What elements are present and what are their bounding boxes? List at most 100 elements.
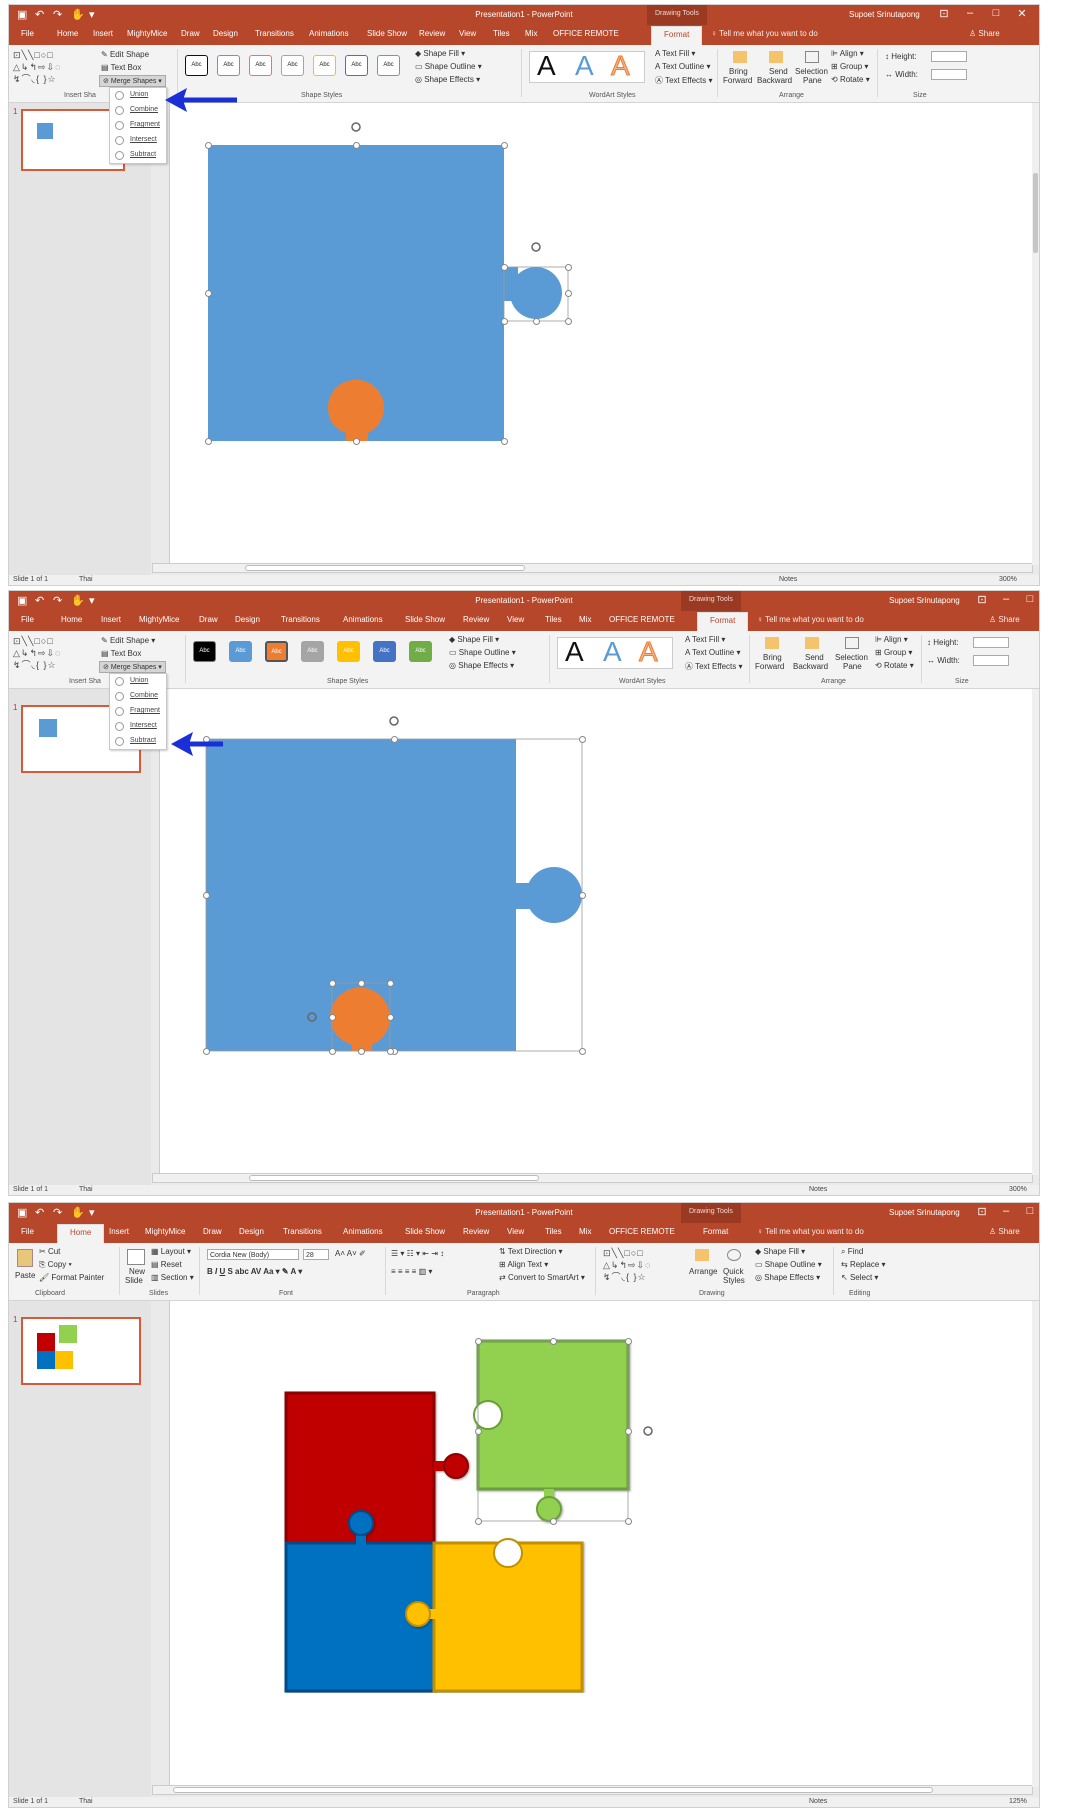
shapes-gallery[interactable]: ⊡╲╲□○□ △↳↰⇨⇩◌ ↯⌒◟{ }☆ [13, 49, 61, 85]
tell-me-search[interactable]: ♀ Tell me what you want to do [757, 615, 864, 624]
merge-shapes-button[interactable]: ⊘ Merge Shapes ▾ [99, 661, 166, 673]
selection-label[interactable]: Selection [795, 67, 828, 76]
share-button[interactable]: ♙ Share [989, 1227, 1020, 1236]
find-button[interactable]: ⌕ Find [841, 1247, 863, 1257]
tab-insert[interactable]: Insert [109, 1227, 129, 1236]
paste-icon[interactable] [17, 1249, 33, 1267]
merge-shapes-button[interactable]: ⊘ Merge Shapes ▾ [99, 75, 166, 87]
selection-pane-icon[interactable] [805, 51, 819, 63]
section-button[interactable]: ▥ Section ▾ [151, 1273, 194, 1282]
reset-button[interactable]: ▤ Reset [151, 1260, 182, 1269]
tab-office-remote[interactable]: OFFICE REMOTE [553, 29, 619, 38]
convert-smartart-button[interactable]: ⇄ Convert to SmartArt ▾ [499, 1273, 585, 1282]
slide-thumbnail[interactable] [21, 1317, 141, 1385]
style-swatch-5[interactable]: Abc [337, 641, 360, 662]
shape-outline-button[interactable]: ▭ Shape Outline ▾ [415, 62, 482, 71]
minimize-icon[interactable]: – [995, 593, 1017, 605]
edit-shape-button[interactable]: ✎ Edit Shape [101, 50, 149, 59]
resize-handle[interactable] [329, 980, 336, 987]
bring-label[interactable]: Bring [729, 67, 748, 76]
style-swatch-6[interactable]: Abc [373, 641, 396, 662]
tab-mightymice[interactable]: MightyMice [145, 1227, 185, 1236]
menu-item-union[interactable]: Union [110, 674, 166, 689]
selection-pane-icon[interactable] [845, 637, 859, 649]
bring-label[interactable]: Bring [763, 653, 782, 662]
resize-handle[interactable] [203, 892, 210, 899]
menu-item-subtract[interactable]: Subtract [110, 148, 166, 163]
menu-item-union[interactable]: Union [110, 88, 166, 103]
style-swatch-7[interactable]: Abc [409, 641, 432, 662]
text-effects-button[interactable]: Ⓐ Text Effects ▾ [655, 75, 713, 86]
notes-button[interactable]: Notes [809, 1798, 827, 1805]
scroll-thumb[interactable] [173, 1787, 933, 1793]
font-format-buttons[interactable]: B I U S abc AV Aa ▾ ✎ A ▾ [207, 1267, 302, 1276]
layout-button[interactable]: ▦ Layout ▾ [151, 1247, 191, 1256]
group-button[interactable]: ⊞ Group ▾ [875, 648, 912, 657]
tab-slide-show[interactable]: Slide Show [405, 615, 445, 624]
font-size-buttons[interactable]: A˄ A˅ ✐ [335, 1249, 366, 1258]
text-box-button[interactable]: ▤ Text Box [101, 649, 141, 658]
slide-canvas[interactable] [169, 103, 1033, 565]
resize-handle[interactable] [501, 264, 508, 271]
tab-mightymice[interactable]: MightyMice [139, 615, 179, 624]
resize-handle[interactable] [205, 142, 212, 149]
align-button[interactable]: ⊫ Align ▾ [875, 635, 908, 644]
language-indicator[interactable]: Thai [79, 1798, 93, 1805]
tab-view[interactable]: View [459, 29, 476, 38]
minimize-icon[interactable]: – [995, 1205, 1017, 1217]
resize-handle[interactable] [475, 1428, 482, 1435]
language-indicator[interactable]: Thai [79, 576, 93, 583]
user-name[interactable]: Supoet Srinutapong [889, 1208, 960, 1217]
vertical-scrollbar[interactable] [1032, 1301, 1039, 1787]
tab-office-remote[interactable]: OFFICE REMOTE [609, 615, 675, 624]
resize-handle[interactable] [565, 290, 572, 297]
tab-format[interactable]: Format [703, 1227, 728, 1236]
style-swatch-1[interactable]: Abc [185, 55, 208, 76]
scroll-thumb[interactable] [1033, 173, 1038, 253]
tab-draw[interactable]: Draw [199, 615, 218, 624]
style-swatch-7[interactable]: Abc [377, 55, 400, 76]
tab-home[interactable]: Home [61, 615, 82, 624]
tab-view[interactable]: View [507, 1227, 524, 1236]
shape-effects-button[interactable]: ◎ Shape Effects ▾ [415, 75, 480, 84]
notes-button[interactable]: Notes [809, 1186, 827, 1193]
text-effects-button[interactable]: Ⓐ Text Effects ▾ [685, 661, 743, 672]
tab-format[interactable]: Format [651, 26, 703, 45]
resize-handle[interactable] [353, 142, 360, 149]
resize-handle[interactable] [205, 438, 212, 445]
quick-label[interactable]: Quick [723, 1267, 743, 1276]
tab-review[interactable]: Review [463, 1227, 489, 1236]
resize-handle[interactable] [329, 1014, 336, 1021]
style-swatch-4[interactable]: Abc [281, 55, 304, 76]
menu-item-combine[interactable]: Combine [110, 103, 166, 118]
tab-slide-show[interactable]: Slide Show [405, 1227, 445, 1236]
send-backward-icon[interactable] [805, 637, 819, 649]
tab-view[interactable]: View [507, 615, 524, 624]
resize-handle[interactable] [550, 1518, 557, 1525]
height-input[interactable] [973, 637, 1009, 648]
share-button[interactable]: ♙ Share [989, 615, 1020, 624]
resize-handle[interactable] [203, 1048, 210, 1055]
ribbon-display-icon[interactable]: ⊡ [971, 593, 993, 606]
tab-tiles[interactable]: Tiles [545, 615, 562, 624]
text-box-button[interactable]: ▤ Text Box [101, 63, 141, 72]
tab-mix[interactable]: Mix [579, 1227, 591, 1236]
resize-handle[interactable] [391, 736, 398, 743]
resize-handle[interactable] [501, 318, 508, 325]
resize-handle[interactable] [579, 892, 586, 899]
tab-design[interactable]: Design [213, 29, 238, 38]
resize-handle[interactable] [501, 142, 508, 149]
resize-handle[interactable] [565, 318, 572, 325]
edit-shape-button[interactable]: ✎ Edit Shape ▾ [101, 636, 155, 645]
horizontal-scrollbar[interactable] [152, 1785, 1033, 1795]
send-label[interactable]: Send [769, 67, 788, 76]
shapes-gallery[interactable]: ⊡╲╲□○□ △↳↰⇨⇩◌ ↯⌒◟{ }☆ [13, 635, 61, 671]
menu-item-intersect[interactable]: Intersect [110, 133, 166, 148]
rotate-handle-icon[interactable] [388, 715, 400, 727]
cut-button[interactable]: ✂ Cut [39, 1247, 60, 1256]
menu-item-subtract[interactable]: Subtract [110, 734, 166, 749]
copy-button[interactable]: ⎘ Copy ▾ [39, 1260, 72, 1270]
tab-office-remote[interactable]: OFFICE REMOTE [609, 1227, 675, 1236]
horizontal-scrollbar[interactable] [152, 563, 1033, 573]
resize-handle[interactable] [579, 1048, 586, 1055]
